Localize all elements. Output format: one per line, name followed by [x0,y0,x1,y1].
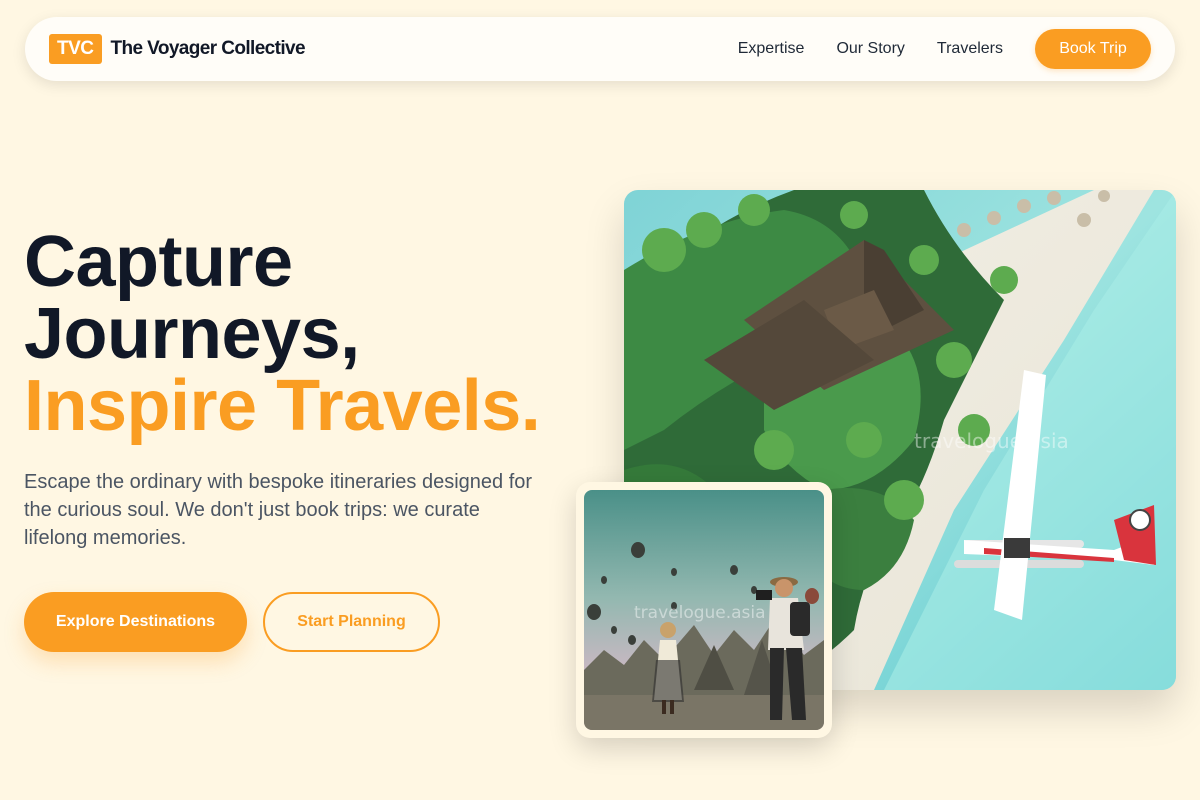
hero-description: Escape the ordinary with bespoke itinera… [24,471,533,549]
nav-link-expertise[interactable]: Expertise [738,40,805,58]
logo-badge[interactable]: TVC [49,34,102,64]
hero-title-accent: Inspire Travels. [24,366,541,446]
hero-title-line-2: Journeys, [24,294,360,374]
book-trip-button[interactable]: Book Trip [1035,29,1151,69]
hero-title: Capture Journeys, Inspire Travels. [24,222,541,446]
nav-links: Expertise Our Story Travelers Book Trip [738,29,1151,69]
svg-text:travelogue.asia: travelogue.asia [634,603,766,623]
explore-destinations-button[interactable]: Explore Destinations [24,592,247,652]
start-planning-button[interactable]: Start Planning [263,592,440,652]
nav-link-travelers[interactable]: Travelers [937,40,1003,58]
nav-link-our-story[interactable]: Our Story [836,40,904,58]
brand-name[interactable]: The Voyager Collective [111,38,306,60]
balloon-travelers-photo: travelogue.asia [584,490,824,730]
hero-title-line-1: Capture [24,222,293,302]
top-navbar: TVC The Voyager Collective Expertise Our… [25,17,1175,81]
hero-inset-card: travelogue.asia [576,482,832,738]
hero-inset-image: travelogue.asia [584,490,824,730]
svg-text:travelogue.asia: travelogue.asia [914,429,1069,453]
